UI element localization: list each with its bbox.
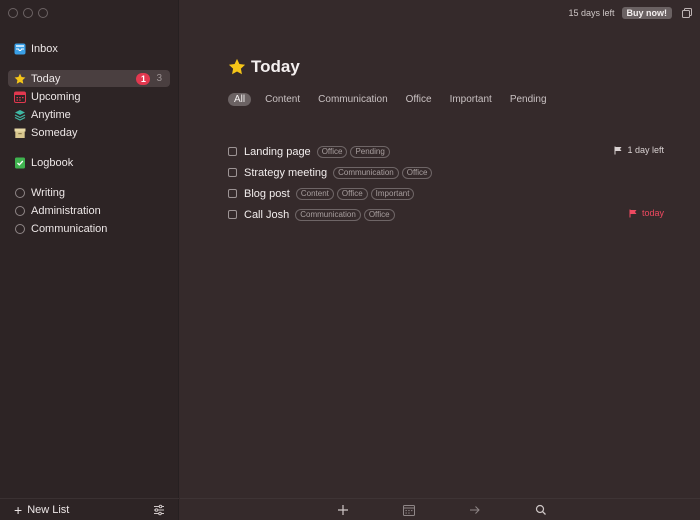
filter-important[interactable]: Important bbox=[446, 93, 496, 106]
page-title-text: Today bbox=[251, 57, 300, 76]
task-title: Blog post bbox=[244, 187, 290, 200]
task-row[interactable]: Call Josh Communication Office today bbox=[228, 207, 664, 222]
flag-icon bbox=[629, 209, 637, 217]
close-window-button[interactable] bbox=[8, 8, 18, 18]
trial-status: 15 days left Buy now! bbox=[568, 7, 672, 19]
flag-icon bbox=[614, 146, 622, 154]
trial-days-left: 15 days left bbox=[568, 8, 615, 18]
sidebar-item-logbook[interactable]: Logbook bbox=[8, 154, 170, 171]
calendar-icon[interactable] bbox=[403, 504, 415, 516]
window-controls bbox=[8, 8, 48, 18]
plus-icon[interactable]: + bbox=[14, 503, 22, 517]
task-tag: Communication bbox=[295, 208, 361, 221]
filter-communication[interactable]: Communication bbox=[314, 93, 391, 106]
logbook-icon bbox=[14, 157, 26, 169]
archive-box-icon bbox=[14, 127, 26, 139]
filter-office[interactable]: Office bbox=[402, 93, 436, 106]
area-circle-icon bbox=[14, 187, 26, 199]
task-deadline: today bbox=[629, 208, 664, 218]
area-circle-icon bbox=[14, 223, 26, 235]
sidebar-item-label: Administration bbox=[31, 204, 101, 217]
task-row[interactable]: Blog post Content Office Important bbox=[228, 186, 664, 201]
task-tag: Office bbox=[363, 208, 395, 221]
deadline-text: today bbox=[641, 208, 664, 218]
sidebar-area-administration[interactable]: Administration bbox=[8, 202, 170, 219]
filter-all[interactable]: All bbox=[228, 93, 252, 106]
tag-filter-bar: All Content Communication Office Importa… bbox=[228, 93, 551, 106]
sidebar-item-label: Logbook bbox=[31, 156, 74, 169]
settings-sliders-icon[interactable] bbox=[153, 504, 165, 519]
task-tag: Office bbox=[316, 145, 348, 158]
task-row[interactable]: Strategy meeting Communication Office bbox=[228, 165, 664, 180]
task-title: Landing page bbox=[244, 145, 311, 158]
sidebar-item-label: Inbox bbox=[31, 42, 58, 55]
sidebar-area-writing[interactable]: Writing bbox=[8, 184, 170, 201]
filter-content[interactable]: Content bbox=[261, 93, 304, 106]
area-circle-icon bbox=[14, 205, 26, 217]
buy-now-button[interactable]: Buy now! bbox=[621, 7, 672, 19]
task-row[interactable]: Landing page Office Pending 1 day left bbox=[228, 144, 664, 159]
sidebar-item-inbox[interactable]: Inbox bbox=[8, 40, 170, 57]
window-duplicate-icon[interactable] bbox=[682, 8, 692, 21]
sidebar-item-label: Anytime bbox=[31, 108, 71, 121]
task-tag: Office bbox=[336, 187, 368, 200]
page-title: Today bbox=[228, 57, 300, 77]
minimize-window-button[interactable] bbox=[23, 8, 33, 18]
filter-pending[interactable]: Pending bbox=[506, 93, 551, 106]
task-title: Call Josh bbox=[244, 208, 290, 221]
sidebar-item-anytime[interactable]: Anytime bbox=[8, 106, 170, 123]
star-icon bbox=[228, 58, 246, 76]
new-list-button[interactable]: New List bbox=[27, 504, 69, 516]
task-tag: Pending bbox=[350, 145, 390, 158]
star-icon bbox=[14, 73, 26, 85]
sidebar-item-today[interactable]: Today 1 3 bbox=[8, 70, 170, 87]
sidebar-item-upcoming[interactable]: Upcoming bbox=[8, 88, 170, 105]
task-count: 3 bbox=[156, 73, 162, 84]
sidebar-item-label: Writing bbox=[31, 186, 66, 199]
task-checkbox[interactable] bbox=[228, 168, 237, 177]
sidebar-item-label: Today bbox=[31, 72, 61, 85]
inbox-icon bbox=[14, 43, 26, 55]
sidebar-item-someday[interactable]: Someday bbox=[8, 124, 170, 141]
task-checkbox[interactable] bbox=[228, 147, 237, 156]
task-tag: Office bbox=[401, 166, 433, 179]
sidebar: Inbox Today 1 3 Upcoming Anytime Someday… bbox=[0, 0, 179, 520]
sidebar-item-label: Someday bbox=[31, 126, 78, 139]
task-tag: Content bbox=[295, 187, 334, 200]
sidebar-item-label: Communication bbox=[31, 222, 108, 235]
layers-icon bbox=[14, 109, 26, 121]
overdue-badge: 1 bbox=[136, 72, 151, 85]
search-icon[interactable] bbox=[535, 504, 547, 516]
deadline-text: 1 day left bbox=[627, 145, 664, 155]
sidebar-item-label: Upcoming bbox=[31, 90, 81, 103]
task-checkbox[interactable] bbox=[228, 210, 237, 219]
sidebar-footer: + New List bbox=[0, 498, 179, 520]
task-tag: Communication bbox=[333, 166, 399, 179]
task-checkbox[interactable] bbox=[228, 189, 237, 198]
calendar-icon bbox=[14, 91, 26, 103]
zoom-window-button[interactable] bbox=[38, 8, 48, 18]
task-title: Strategy meeting bbox=[244, 166, 328, 179]
sidebar-area-communication[interactable]: Communication bbox=[8, 220, 170, 237]
task-tag: Important bbox=[370, 187, 415, 200]
add-task-icon[interactable] bbox=[337, 504, 349, 516]
main-toolbar bbox=[180, 498, 700, 520]
task-deadline: 1 day left bbox=[614, 145, 664, 155]
arrow-right-icon[interactable] bbox=[469, 504, 481, 516]
main-content: 15 days left Buy now! Today All Content … bbox=[180, 0, 700, 520]
